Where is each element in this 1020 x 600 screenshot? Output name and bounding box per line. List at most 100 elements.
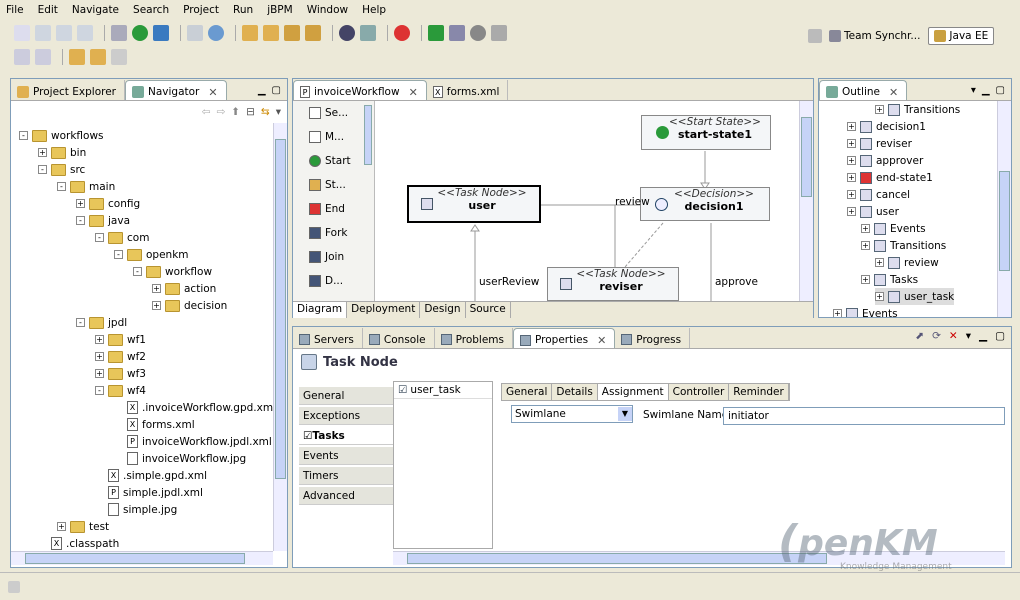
- step-icon[interactable]: [449, 25, 465, 41]
- subtab-assignment[interactable]: Assignment: [597, 384, 669, 400]
- menu-jbpm[interactable]: jBPM: [267, 4, 293, 16]
- expand-icon[interactable]: +: [875, 105, 884, 114]
- page-tab-diagram[interactable]: Diagram: [293, 302, 348, 318]
- expand-icon[interactable]: +: [861, 275, 870, 284]
- palette-item[interactable]: Fork: [309, 227, 348, 239]
- open-type-icon[interactable]: [242, 25, 258, 41]
- hscroll-thumb[interactable]: [25, 553, 245, 564]
- expand-icon[interactable]: +: [76, 199, 85, 208]
- back-arrow-icon[interactable]: ⇦: [202, 106, 211, 118]
- expand-icon[interactable]: +: [57, 522, 66, 531]
- expand-icon[interactable]: +: [847, 156, 856, 165]
- open-resource-icon[interactable]: [305, 25, 321, 41]
- tab-outline[interactable]: Outline ✕: [819, 80, 908, 100]
- outline-item[interactable]: + approver: [847, 152, 923, 169]
- menu-window[interactable]: Window: [307, 4, 348, 16]
- outline-item[interactable]: + Tasks: [861, 271, 918, 288]
- tree-item[interactable]: - workflows: [19, 127, 104, 144]
- tree-item[interactable]: simple.jpg: [95, 501, 177, 518]
- tree-item[interactable]: - com: [95, 229, 149, 246]
- open-perspective-icon[interactable]: [808, 29, 822, 43]
- palette-item[interactable]: M...: [309, 131, 344, 143]
- navigator-hscroll[interactable]: [11, 551, 273, 565]
- palette-scroll[interactable]: [364, 105, 372, 165]
- section-timers[interactable]: Timers: [299, 467, 393, 485]
- expand-icon[interactable]: +: [847, 122, 856, 131]
- collapse-icon[interactable]: -: [57, 182, 66, 191]
- page-tab-source[interactable]: Source: [466, 302, 511, 318]
- menu-search[interactable]: Search: [133, 4, 169, 16]
- web-icon[interactable]: [208, 25, 224, 41]
- tree-item[interactable]: - main: [57, 178, 115, 195]
- assignment-type-select[interactable]: Swimlane ▼: [511, 405, 633, 423]
- transition-label-userreview[interactable]: userReview: [479, 276, 539, 288]
- tab-console[interactable]: Console: [363, 328, 435, 348]
- scroll-thumb[interactable]: [275, 139, 286, 479]
- menu-project[interactable]: Project: [183, 4, 219, 16]
- expand-icon[interactable]: +: [847, 190, 856, 199]
- tree-item[interactable]: Xforms.xml: [114, 416, 195, 433]
- pin-icon[interactable]: ⬈: [915, 330, 924, 342]
- tree-item[interactable]: - src: [38, 161, 85, 178]
- tree-item[interactable]: X .classpath: [38, 535, 119, 551]
- section-events[interactable]: Events: [299, 447, 393, 465]
- terminate-icon[interactable]: [470, 25, 486, 41]
- expand-icon[interactable]: +: [38, 148, 47, 157]
- palette-item[interactable]: St...: [309, 179, 346, 191]
- debug-icon[interactable]: [111, 25, 127, 41]
- javaee-perspective[interactable]: Java EE: [928, 27, 995, 45]
- reviser-task-node[interactable]: <<Task Node>> reviser: [547, 267, 679, 301]
- tab-progress[interactable]: Progress: [615, 328, 691, 348]
- section-general[interactable]: General: [299, 387, 393, 405]
- server-icon[interactable]: [187, 25, 203, 41]
- next-icon[interactable]: [111, 49, 127, 65]
- tab-navigator[interactable]: Navigator ✕: [124, 80, 227, 100]
- menu-file[interactable]: File: [6, 4, 24, 16]
- transition-label-review[interactable]: review: [615, 196, 650, 208]
- collapse-icon[interactable]: -: [76, 318, 85, 327]
- deploy-icon[interactable]: [360, 25, 376, 41]
- link-editor-icon[interactable]: ⇆: [261, 106, 270, 118]
- collapse-icon[interactable]: -: [19, 131, 28, 140]
- tree-item[interactable]: + wf3: [95, 365, 146, 382]
- outline-item[interactable]: + reviser: [847, 135, 912, 152]
- subtab-general[interactable]: General: [502, 384, 553, 400]
- expand-icon[interactable]: +: [847, 139, 856, 148]
- view-menu-icon[interactable]: ▾: [971, 85, 976, 96]
- close-icon[interactable]: ✕: [208, 86, 217, 99]
- outline-item[interactable]: + Events: [861, 220, 926, 237]
- close-icon[interactable]: ✕: [889, 86, 898, 99]
- expand-icon[interactable]: +: [833, 309, 842, 317]
- collapse-icon[interactable]: -: [95, 233, 104, 242]
- collapse-icon[interactable]: -: [114, 250, 123, 259]
- minimize-icon[interactable]: ▁: [979, 330, 987, 342]
- tab-servers[interactable]: Servers: [293, 328, 363, 348]
- forward-icon[interactable]: [90, 49, 106, 65]
- tab-invoice-workflow[interactable]: PinvoiceWorkflow ✕: [293, 80, 427, 100]
- expand-icon[interactable]: +: [152, 284, 161, 293]
- new-icon[interactable]: [14, 25, 30, 41]
- tree-item[interactable]: - java: [76, 212, 130, 229]
- outline-vscroll[interactable]: [997, 101, 1011, 317]
- collapse-icon[interactable]: -: [76, 216, 85, 225]
- save-icon[interactable]: [35, 25, 51, 41]
- outline-item[interactable]: + decision1: [847, 118, 926, 135]
- decision-node[interactable]: <<Decision>> decision1: [640, 187, 770, 221]
- view-menu-icon[interactable]: ▾: [966, 330, 971, 342]
- tree-item[interactable]: + wf2: [95, 348, 146, 365]
- expand-icon[interactable]: +: [875, 258, 884, 267]
- palette-item[interactable]: Join: [309, 251, 344, 263]
- section-exceptions[interactable]: Exceptions: [299, 407, 393, 425]
- expand-icon[interactable]: +: [152, 301, 161, 310]
- menu-help[interactable]: Help: [362, 4, 386, 16]
- delete-icon[interactable]: ✕: [949, 330, 958, 342]
- outline-item[interactable]: + Transitions: [875, 101, 960, 118]
- minimize-icon[interactable]: ▁: [982, 85, 990, 96]
- task-list-item[interactable]: ☑ user_task: [394, 382, 492, 399]
- tree-item[interactable]: - workflow: [133, 263, 212, 280]
- expand-icon[interactable]: +: [861, 241, 870, 250]
- palette-item[interactable]: Start: [309, 155, 351, 167]
- run-icon[interactable]: [132, 25, 148, 41]
- swimlane-name-input[interactable]: initiator: [723, 407, 1005, 425]
- expand-icon[interactable]: +: [95, 352, 104, 361]
